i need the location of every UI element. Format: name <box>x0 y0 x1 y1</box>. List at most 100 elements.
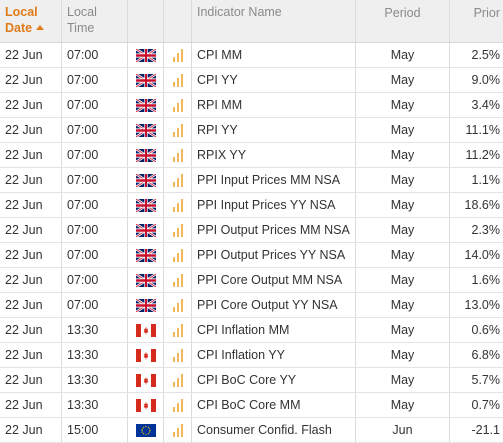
table-row[interactable]: 22 Jun 07:00 PPI Core Output YY NSA May … <box>0 293 503 318</box>
cell-country <box>128 393 164 417</box>
table-row[interactable]: 22 Jun 07:00 CPI MM May 2.5% <box>0 43 503 68</box>
table-row[interactable]: 22 Jun 07:00 PPI Input Prices MM NSA May… <box>0 168 503 193</box>
table-row[interactable]: 22 Jun 13:30 CPI BoC Core YY May 5.7% <box>0 368 503 393</box>
cell-time: 07:00 <box>62 243 128 267</box>
importance-bar-low <box>172 306 175 312</box>
cell-indicator-name: PPI Output Prices MM NSA <box>192 218 356 242</box>
importance-bars-icon <box>172 223 183 237</box>
date-text: 22 Jun <box>5 198 43 212</box>
table-row[interactable]: 22 Jun 07:00 RPI MM May 3.4% <box>0 93 503 118</box>
table-row[interactable]: 22 Jun 07:00 PPI Output Prices MM NSA Ma… <box>0 218 503 243</box>
cell-date: 22 Jun <box>0 43 62 67</box>
cell-importance <box>164 368 192 392</box>
eu-flag-icon <box>135 423 156 437</box>
table-row[interactable]: 22 Jun 07:00 CPI YY May 9.0% <box>0 68 503 93</box>
time-text: 07:00 <box>67 73 99 87</box>
column-header-local-date[interactable]: Local Date <box>0 0 62 42</box>
date-text: 22 Jun <box>5 373 43 387</box>
cell-indicator-name: PPI Core Output MM NSA <box>192 268 356 292</box>
importance-bars-icon <box>172 323 183 337</box>
cell-time: 07:00 <box>62 43 128 67</box>
time-text: 07:00 <box>67 273 99 287</box>
cell-importance <box>164 318 192 342</box>
period-text: May <box>390 198 415 212</box>
column-header-indicator-name[interactable]: Indicator Name <box>192 0 356 42</box>
time-header-line2: Time <box>67 21 95 35</box>
date-text: 22 Jun <box>5 323 43 337</box>
cell-time: 07:00 <box>62 68 128 92</box>
cell-country <box>128 318 164 342</box>
table-row[interactable]: 22 Jun 07:00 PPI Core Output MM NSA May … <box>0 268 503 293</box>
prior-text: 6.8% <box>471 348 501 362</box>
time-text: 07:00 <box>67 123 99 137</box>
uk-flag-icon <box>135 73 156 87</box>
cell-indicator-name: CPI BoC Core MM <box>192 393 356 417</box>
table-row[interactable]: 22 Jun 13:30 CPI BoC Core MM May 0.7% <box>0 393 503 418</box>
time-text: 07:00 <box>67 248 99 262</box>
period-text: Jun <box>392 423 413 437</box>
column-header-country[interactable] <box>128 0 164 42</box>
canada-flag-icon <box>135 373 156 387</box>
indicator-text: PPI Input Prices YY NSA <box>197 198 336 212</box>
time-text: 07:00 <box>67 173 99 187</box>
cell-importance <box>164 143 192 167</box>
table-row[interactable]: 22 Jun 07:00 PPI Input Prices YY NSA May… <box>0 193 503 218</box>
importance-bar-high <box>180 148 183 162</box>
date-text: 22 Jun <box>5 398 43 412</box>
table-row[interactable]: 22 Jun 07:00 PPI Output Prices YY NSA Ma… <box>0 243 503 268</box>
table-row[interactable]: 22 Jun 15:00 Consumer Confid. Flash Jun … <box>0 418 503 443</box>
cell-period: Jun <box>356 418 450 442</box>
cell-period: May <box>356 93 450 117</box>
cell-time: 13:30 <box>62 318 128 342</box>
period-text: May <box>390 298 415 312</box>
cell-prior: 9.0% <box>450 68 503 92</box>
prior-text: 13.0% <box>464 298 500 312</box>
importance-bar-low <box>172 281 175 287</box>
column-header-prior[interactable]: Prior <box>450 0 503 42</box>
importance-bar-high <box>180 223 183 237</box>
period-text: May <box>390 248 415 262</box>
cell-indicator-name: PPI Input Prices MM NSA <box>192 168 356 192</box>
importance-bar-mid <box>176 352 179 362</box>
importance-bar-mid <box>176 102 179 112</box>
cell-time: 07:00 <box>62 193 128 217</box>
importance-bars-icon <box>172 423 183 437</box>
time-text: 13:30 <box>67 398 99 412</box>
table-row[interactable]: 22 Jun 13:30 CPI Inflation MM May 0.6% <box>0 318 503 343</box>
column-header-local-time[interactable]: Local Time <box>62 0 128 42</box>
cell-indicator-name: CPI Inflation YY <box>192 343 356 367</box>
importance-bar-high <box>180 273 183 287</box>
prior-text: 11.1% <box>465 123 500 137</box>
prior-text: -21.1 <box>471 423 501 437</box>
table-row[interactable]: 22 Jun 13:30 CPI Inflation YY May 6.8% <box>0 343 503 368</box>
cell-time: 13:30 <box>62 343 128 367</box>
importance-bar-high <box>180 198 183 212</box>
cell-date: 22 Jun <box>0 343 62 367</box>
cell-importance <box>164 43 192 67</box>
importance-bar-mid <box>176 177 179 187</box>
cell-prior: 1.1% <box>450 168 503 192</box>
period-text: May <box>390 348 415 362</box>
period-text: May <box>390 123 415 137</box>
table-row[interactable]: 22 Jun 07:00 RPIX YY May 11.2% <box>0 143 503 168</box>
prior-text: 2.3% <box>471 223 501 237</box>
column-header-period[interactable]: Period <box>356 0 450 42</box>
table-row[interactable]: 22 Jun 07:00 RPI YY May 11.1% <box>0 118 503 143</box>
cell-period: May <box>356 268 450 292</box>
uk-flag-icon <box>135 273 156 287</box>
cell-time: 07:00 <box>62 218 128 242</box>
column-header-importance[interactable] <box>164 0 192 42</box>
cell-date: 22 Jun <box>0 193 62 217</box>
cell-prior: 11.2% <box>450 143 503 167</box>
importance-bar-mid <box>176 152 179 162</box>
importance-bar-low <box>172 206 175 212</box>
prior-text: 0.7% <box>471 398 501 412</box>
importance-bar-low <box>172 156 175 162</box>
cell-country <box>128 118 164 142</box>
cell-prior: 0.7% <box>450 393 503 417</box>
period-text: May <box>390 98 415 112</box>
uk-flag-icon <box>135 198 156 212</box>
prior-text: 14.0% <box>464 248 500 262</box>
cell-time: 07:00 <box>62 293 128 317</box>
cell-time: 15:00 <box>62 418 128 442</box>
